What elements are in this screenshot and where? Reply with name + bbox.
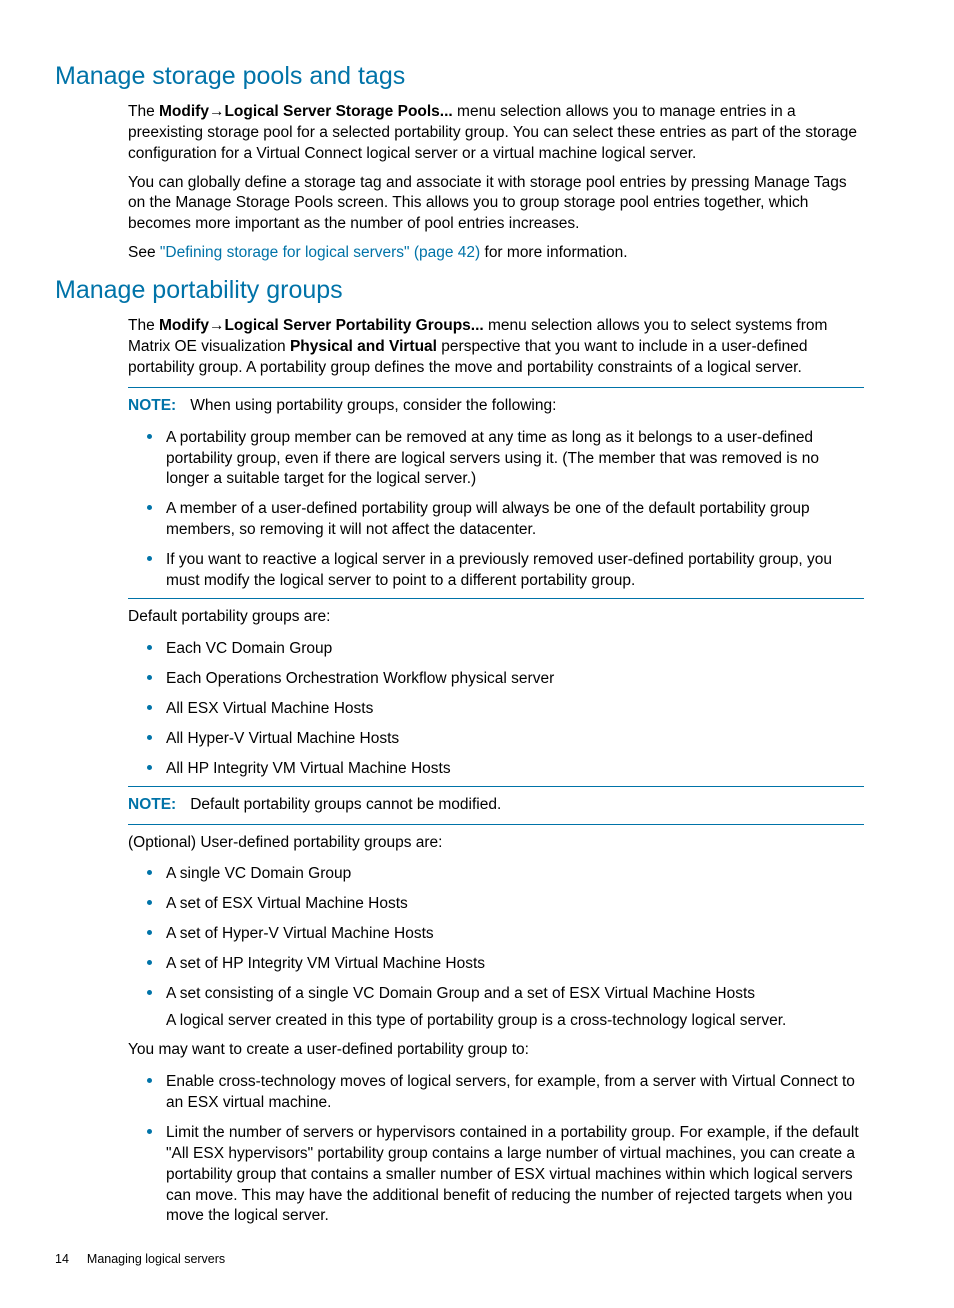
sub-para: A logical server created in this type of… xyxy=(166,1011,864,1032)
list-item: A set of ESX Virtual Machine Hosts xyxy=(164,891,864,915)
list-item: A set of Hyper-V Virtual Machine Hosts xyxy=(164,921,864,945)
list-item: If you want to reactive a logical server… xyxy=(164,547,864,592)
text: The xyxy=(128,103,159,120)
list-item: A set consisting of a single VC Domain G… xyxy=(164,981,864,1032)
section-portability-groups: The Modify→Logical Server Portability Gr… xyxy=(128,316,864,1227)
para-reasons: You may want to create a user-defined po… xyxy=(128,1040,864,1061)
section-storage-pools: The Modify→Logical Server Storage Pools.… xyxy=(128,102,864,264)
text: A set consisting of a single VC Domain G… xyxy=(166,985,755,1002)
menu-path-bold: Modify→Logical Server Portability Groups… xyxy=(159,317,484,334)
para-default-groups: Default portability groups are: xyxy=(128,607,864,628)
default-groups-list: Each VC Domain Group Each Operations Orc… xyxy=(128,636,864,780)
heading-storage-pools: Manage storage pools and tags xyxy=(55,60,864,94)
page-number: 14 xyxy=(55,1251,69,1268)
note-2: NOTE: Default portability groups cannot b… xyxy=(128,795,864,816)
note-label: NOTE: xyxy=(128,397,176,414)
bold-text: Physical and Virtual xyxy=(290,338,437,355)
user-groups-list: A single VC Domain Group A set of ESX Vi… xyxy=(128,861,864,1032)
list-item: A portability group member can be remove… xyxy=(164,425,864,491)
list-item: Each VC Domain Group xyxy=(164,636,864,660)
text: for more information. xyxy=(480,244,627,261)
para-storage-2: You can globally define a storage tag an… xyxy=(128,173,864,236)
list-item: Each Operations Orchestration Workflow p… xyxy=(164,666,864,690)
note-rule xyxy=(128,824,864,825)
list-item: A set of HP Integrity VM Virtual Machine… xyxy=(164,951,864,975)
para-user-groups: (Optional) User-defined portability grou… xyxy=(128,833,864,854)
note-1-list: A portability group member can be remove… xyxy=(128,425,864,592)
note-rule xyxy=(128,598,864,599)
note-rule xyxy=(128,786,864,787)
page-footer: 14 Managing logical servers xyxy=(55,1251,864,1268)
list-item: A member of a user-defined portability g… xyxy=(164,496,864,541)
chapter-title: Managing logical servers xyxy=(87,1252,225,1266)
text: See xyxy=(128,244,160,261)
list-item: All Hyper-V Virtual Machine Hosts xyxy=(164,726,864,750)
note-text: When using portability groups, consider … xyxy=(190,397,556,414)
menu-path-bold: Modify→Logical Server Storage Pools... xyxy=(159,103,453,120)
heading-portability-groups: Manage portability groups xyxy=(55,274,864,308)
para-storage-3: See "Defining storage for logical server… xyxy=(128,243,864,264)
list-item: Enable cross-technology moves of logical… xyxy=(164,1069,864,1114)
text: The xyxy=(128,317,159,334)
para-port-1: The Modify→Logical Server Portability Gr… xyxy=(128,316,864,379)
note-1-header: NOTE: When using portability groups, cons… xyxy=(128,396,864,417)
note-text: Default portability groups cannot be mod… xyxy=(190,796,501,813)
note-label: NOTE: xyxy=(128,796,176,813)
reasons-list: Enable cross-technology moves of logical… xyxy=(128,1069,864,1227)
para-storage-1: The Modify→Logical Server Storage Pools.… xyxy=(128,102,864,165)
list-item: Limit the number of servers or hyperviso… xyxy=(164,1120,864,1228)
link-storage-xref[interactable]: "Defining storage for logical servers" (… xyxy=(160,244,480,261)
list-item: All ESX Virtual Machine Hosts xyxy=(164,696,864,720)
list-item: A single VC Domain Group xyxy=(164,861,864,885)
list-item: All HP Integrity VM Virtual Machine Host… xyxy=(164,756,864,780)
note-rule xyxy=(128,387,864,388)
